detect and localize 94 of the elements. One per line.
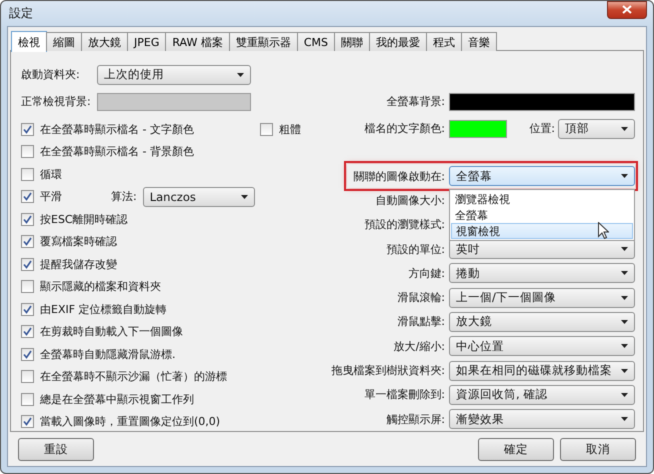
window-title: 設定 [8,5,33,22]
checkbox-label: 顯示隱藏的檔案和資料夾 [40,279,161,294]
checkbox[interactable] [21,415,34,428]
dropdown[interactable]: 放大鏡 [449,312,635,332]
checkbox[interactable] [260,122,273,136]
checkbox[interactable] [21,348,34,361]
field-label: 啟動資料夾: [21,67,81,82]
color-swatch[interactable] [449,120,507,138]
field-label: 預設的瀏覽樣式: [363,217,445,232]
checkbox[interactable] [21,190,34,204]
tab[interactable]: CMS [296,32,336,51]
checkbox[interactable] [21,280,34,294]
ok-button[interactable]: 確定 [478,438,554,460]
field-label: 自動圖像大小: [374,192,445,208]
caret-icon [621,368,628,373]
field-label: 全螢幕背景: [385,94,445,109]
checkbox-label: 平滑 [40,189,63,204]
field-label: 觸控顯示屏: [385,412,445,427]
caret-icon [621,296,628,300]
field-label: 拖曳檔案到樹狀資料夾: [331,363,445,378]
dropdown[interactable]: 全螢幕 [449,166,635,186]
tab[interactable]: 關聯 [334,32,370,51]
caret-icon [240,194,248,199]
dropdown[interactable]: 上一個/下一個圖像 [449,288,635,308]
dropdown[interactable]: 如果在相同的磁碟就移動檔案 [449,360,635,381]
checkbox[interactable] [21,325,34,338]
checkbox-label: 按ESC離開時確認 [40,212,128,227]
position-dropdown[interactable]: 頂部 [558,118,635,138]
checkbox-label: 循環 [40,166,62,182]
field-label: 算法: [111,189,137,204]
field-label: 檔名的文字顏色: [363,121,445,136]
checkbox[interactable] [21,235,34,248]
close-icon [622,5,632,14]
checkbox-label: 在剪裁時自動載入下一個圖像 [40,324,183,340]
caret-icon [621,247,628,252]
checkbox[interactable] [21,302,34,316]
dropdown[interactable]: 英吋 [449,239,635,260]
caret-icon [621,344,628,348]
checkbox[interactable] [21,212,34,226]
dropdown[interactable]: 中心位置 [449,336,635,356]
checkbox[interactable] [21,392,34,406]
field-label: 正常檢視背景: [21,94,92,109]
tab[interactable]: 我的最愛 [369,32,428,51]
field-label: 滑鼠滾輪: [396,290,445,306]
checkbox-label: 提醒我儲存改變 [40,256,117,272]
checkbox[interactable] [21,370,34,384]
tab[interactable]: 程式 [426,32,462,51]
field-label: 位置: [529,121,555,136]
dropdown[interactable]: 捲動 [449,263,635,284]
checkbox[interactable] [21,168,34,181]
tab[interactable]: JPEG [127,32,166,51]
cancel-button[interactable]: 取消 [560,438,636,460]
close-button[interactable] [607,0,647,18]
caret-icon [621,320,628,324]
checkbox-label: 覆寫檔案時確認 [40,234,117,250]
color-swatch[interactable] [449,92,635,110]
tab[interactable]: 縮圖 [46,32,82,51]
dropdown-option[interactable]: 全螢幕 [451,207,633,223]
field-label: 方向鍵: [407,266,445,281]
caret-icon [621,174,628,178]
color-swatch[interactable] [97,92,251,110]
checkbox-label: 在全螢幕時顯示檔名 - 文字顏色 [40,122,195,137]
field-label: 單一檔案刪除到: [363,387,445,402]
tab[interactable]: RAW 檔案 [165,32,230,51]
dropdown-option[interactable]: 視窗檢視 [451,223,633,239]
checkbox-label: 在全螢幕時不顯示沙漏（忙著）的游標 [40,369,227,384]
checkbox-label: 粗體 [279,122,301,137]
checkbox-label: 當載入圖像時，重置圖像定位到(0,0) [40,414,220,430]
caret-icon [621,417,628,422]
checkbox-label: 全螢幕時自動隱藏滑鼠游標. [40,346,176,362]
checkbox-label: 在全螢幕時顯示檔名 - 背景顏色 [40,144,194,160]
caret-icon [621,271,628,276]
caret-icon [621,392,628,397]
field-label: 關聯的圖像啟動在: [352,168,445,184]
tab[interactable]: 放大鏡 [81,32,128,51]
caret-icon [621,126,628,130]
startup-folder-dropdown[interactable]: 上次的使用 [97,64,251,84]
tab[interactable]: 檢視 [11,31,47,52]
field-label: 放大/縮小: [392,338,445,354]
reset-button[interactable]: 重設 [18,438,94,460]
field-label: 預設的單位: [385,242,445,257]
checkbox[interactable] [21,145,34,158]
caret-icon [237,72,244,76]
checkbox-label: 總是在全螢幕中顯示視窗工作列 [40,392,194,407]
dropdown[interactable]: 漸變效果 [449,409,635,430]
tab[interactable]: 音樂 [461,32,498,51]
algorithm-dropdown[interactable]: Lanczos [142,186,255,207]
dropdown-option[interactable]: 瀏覽器檢視 [451,191,633,207]
field-label: 滑鼠點擊: [396,314,445,330]
tab[interactable]: 雙重顯示器 [228,32,298,51]
checkbox[interactable] [21,122,34,136]
checkbox[interactable] [21,258,34,271]
dropdown[interactable]: 資源回收筒, 確認 [449,384,635,405]
checkbox-label: 由EXIF 定位標籤自動旋轉 [40,302,167,317]
